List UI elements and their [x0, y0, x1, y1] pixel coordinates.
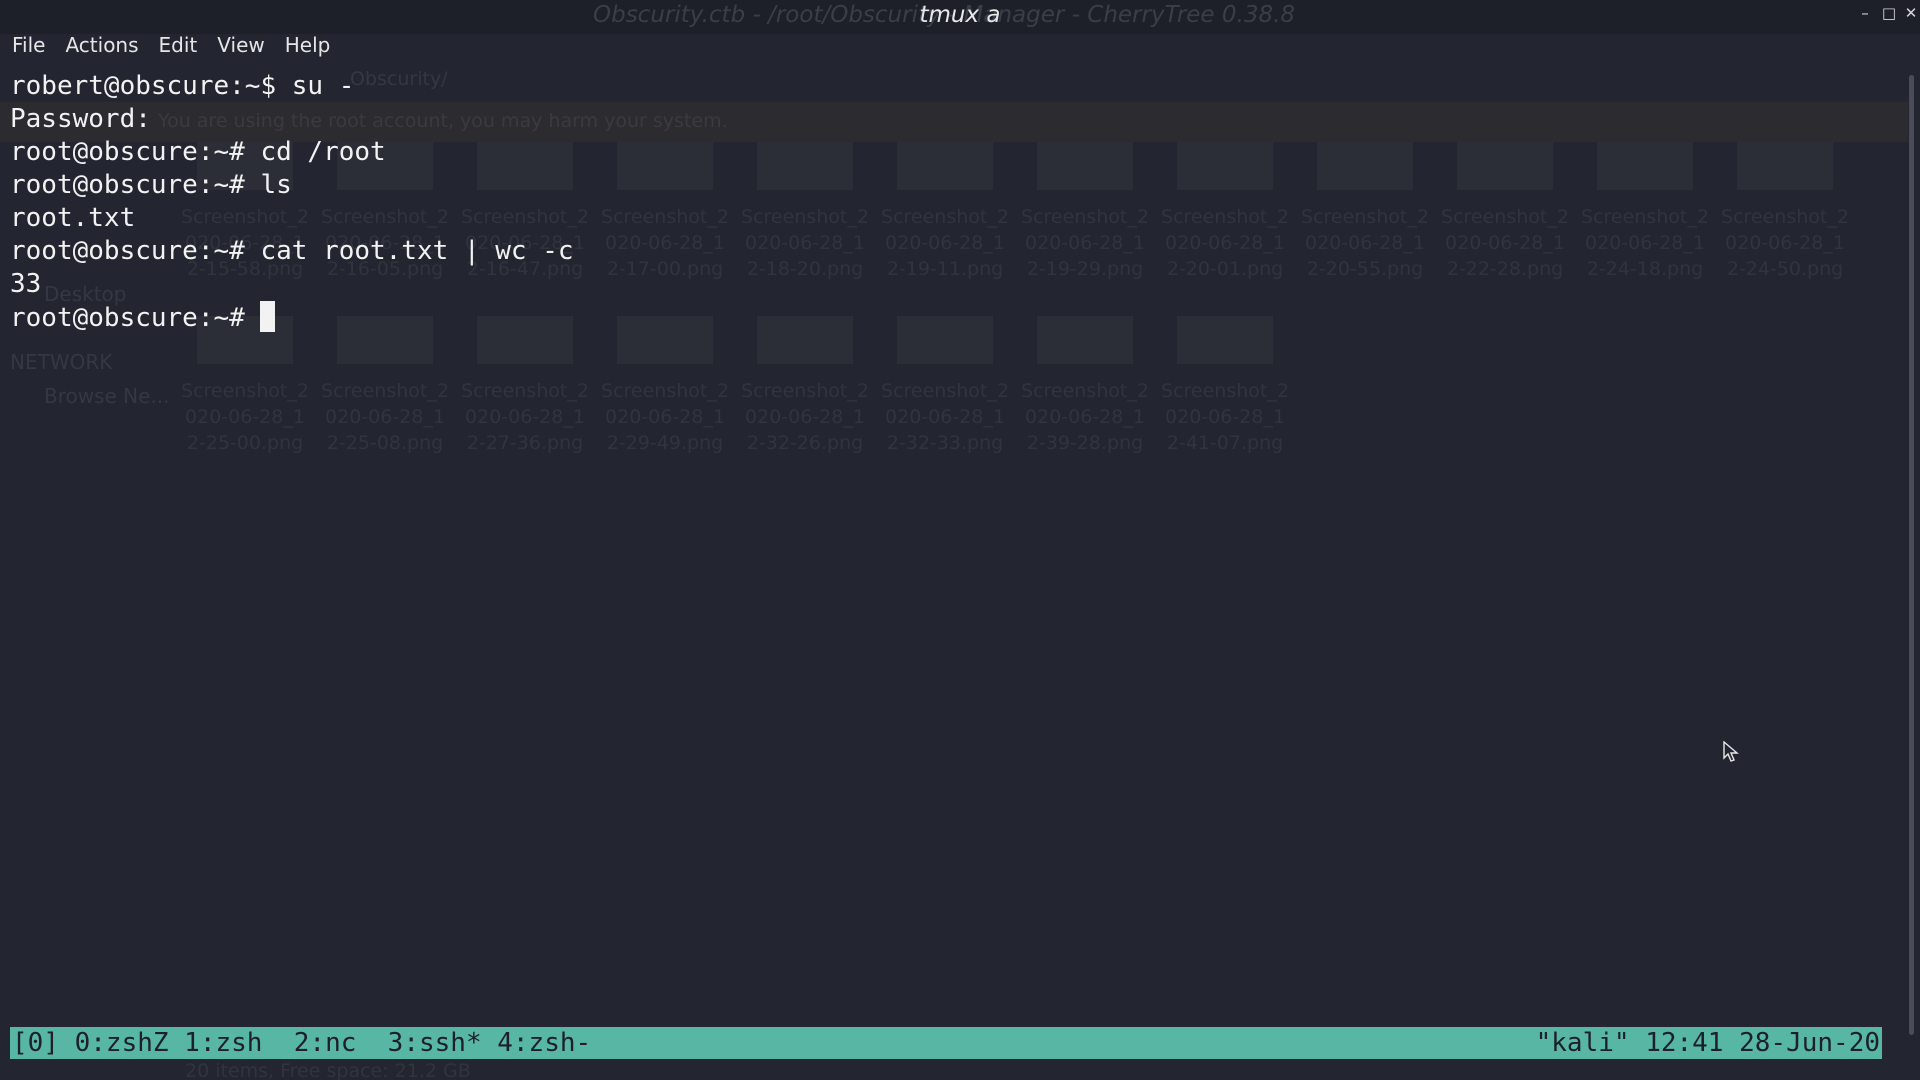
menu-file[interactable]: File: [12, 33, 45, 57]
background-file-name: Screenshot_2020-06-28_12-32-33.png: [881, 380, 1009, 454]
tmux-window-list[interactable]: [0] 0:zshZ 1:zsh 2:nc 3:ssh* 4:zsh-: [12, 1027, 591, 1059]
terminal-line: root@obscure:~# cd /root: [10, 137, 386, 167]
terminal-line: root.txt: [10, 203, 136, 233]
menu-help[interactable]: Help: [285, 33, 331, 57]
background-file-name: Screenshot_2020-06-28_12-20-55.png: [1301, 206, 1429, 280]
background-sidebar-network-heading: NETWORK: [10, 350, 113, 374]
close-icon[interactable]: ✕: [1902, 4, 1920, 22]
background-file-name: Screenshot_2020-06-28_12-41-07.png: [1161, 380, 1289, 454]
background-status: 20 items, Free space: 21.2 GB: [185, 1060, 471, 1080]
background-file-name: Screenshot_2020-06-28_12-29-49.png: [601, 380, 729, 454]
terminal-line: Password:: [10, 104, 151, 134]
tmux-status-bar: [0] 0:zshZ 1:zsh 2:nc 3:ssh* 4:zsh- "kal…: [10, 1027, 1882, 1059]
background-file-name: Screenshot_2020-06-28_12-20-01.png: [1161, 206, 1289, 280]
background-file-thumbnail: [1597, 142, 1693, 190]
background-file-name: Screenshot_2020-06-28_12-39-28.png: [1021, 380, 1149, 454]
terminal-line: 33: [10, 269, 42, 299]
background-file-name: Screenshot_2020-06-28_12-25-08.png: [321, 380, 449, 454]
background-file-name: Screenshot_2020-06-28_12-24-18.png: [1581, 206, 1709, 280]
background-file-thumbnail: [757, 316, 853, 364]
background-file-thumbnail: [897, 142, 993, 190]
background-file-name: Screenshot_2020-06-28_12-22-28.png: [1441, 206, 1569, 280]
title-bar[interactable]: Obscurity.ctb - /root/Obscurity - Manage…: [0, 0, 1920, 34]
background-file-thumbnail: [1317, 142, 1413, 190]
text-cursor: [260, 301, 276, 332]
background-file-name: Screenshot_2020-06-28_12-32-26.png: [741, 380, 869, 454]
background-file-name: Screenshot_2020-06-28_12-27-36.png: [461, 380, 589, 454]
maximize-icon[interactable]: □: [1880, 4, 1898, 22]
terminal-output[interactable]: robert@obscure:~$ su - Password: root@ob…: [10, 70, 574, 334]
tmux-status-right: "kali" 12:41 28-Jun-20: [1535, 1028, 1880, 1058]
menu-view[interactable]: View: [217, 33, 264, 57]
background-sidebar-browse-network: Browse Ne...: [44, 384, 170, 408]
background-file-name: Screenshot_2020-06-28_12-18-20.png: [741, 206, 869, 280]
terminal-prompt-line[interactable]: root@obscure:~#: [10, 301, 574, 334]
menu-edit[interactable]: Edit: [159, 33, 198, 57]
scrollbar[interactable]: [1909, 75, 1914, 1035]
terminal-line: robert@obscure:~$ su -: [10, 71, 355, 101]
background-file-thumbnail: [1037, 316, 1133, 364]
menu-actions[interactable]: Actions: [65, 33, 138, 57]
background-file-thumbnail: [617, 142, 713, 190]
background-file-name: Screenshot_2020-06-28_12-17-00.png: [601, 206, 729, 280]
window-title: tmux a: [919, 2, 1001, 28]
background-file-thumbnail: [1037, 142, 1133, 190]
background-file-thumbnail: [897, 316, 993, 364]
minimize-icon[interactable]: –: [1856, 4, 1874, 22]
background-file-name: Screenshot_2020-06-28_12-19-29.png: [1021, 206, 1149, 280]
terminal-prompt: root@obscure:~#: [10, 303, 261, 333]
background-file-name: Screenshot_2020-06-28_12-19-11.png: [881, 206, 1009, 280]
terminal-window: Obscurity.ctb - /root/Obscurity - Manage…: [0, 0, 1920, 1080]
mouse-pointer-icon: [1723, 741, 1739, 762]
background-file-name: Screenshot_2020-06-28_12-25-00.png: [181, 380, 309, 454]
background-file-name: Screenshot_2020-06-28_12-24-50.png: [1721, 206, 1849, 280]
background-file-thumbnail: [1177, 142, 1273, 190]
background-file-thumbnail: [617, 316, 713, 364]
background-file-thumbnail: [1177, 316, 1273, 364]
menubar: File Actions Edit View Help: [0, 30, 1920, 60]
background-file-thumbnail: [1457, 142, 1553, 190]
terminal-line: root@obscure:~# cat root.txt | wc -c: [10, 236, 574, 266]
background-file-thumbnail: [757, 142, 853, 190]
background-file-thumbnail: [1737, 142, 1833, 190]
terminal-line: root@obscure:~# ls: [10, 170, 292, 200]
